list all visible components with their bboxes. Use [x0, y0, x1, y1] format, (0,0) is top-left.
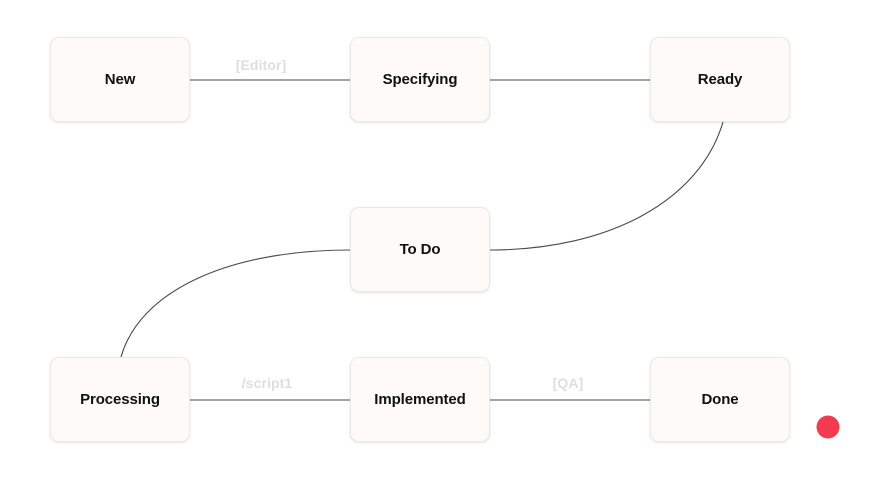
edge-label-editor: [Editor] — [235, 57, 287, 73]
node-label: Ready — [697, 71, 743, 88]
node-processing[interactable]: Processing — [50, 357, 190, 442]
node-label: New — [104, 71, 136, 88]
node-implemented[interactable]: Implemented — [350, 357, 490, 442]
diagram-canvas: New Specifying Ready To Do Processing Im… — [0, 0, 888, 500]
edge-label-qa: [QA] — [552, 375, 584, 391]
node-new[interactable]: New — [50, 37, 190, 122]
node-label: Processing — [80, 391, 160, 408]
node-label: To Do — [399, 241, 441, 258]
node-label: Specifying — [382, 71, 458, 88]
node-label: Done — [701, 391, 739, 408]
edge-label-script1: /script1 — [241, 375, 293, 391]
edge-ready-todo — [489, 121, 724, 251]
node-label: Implemented — [374, 391, 466, 408]
node-specifying[interactable]: Specifying — [350, 37, 490, 122]
node-done[interactable]: Done — [650, 357, 790, 442]
node-ready[interactable]: Ready — [650, 37, 790, 122]
edge-todo-processing — [120, 249, 351, 358]
click-indicator-dot — [816, 415, 840, 439]
node-to-do[interactable]: To Do — [350, 207, 490, 292]
